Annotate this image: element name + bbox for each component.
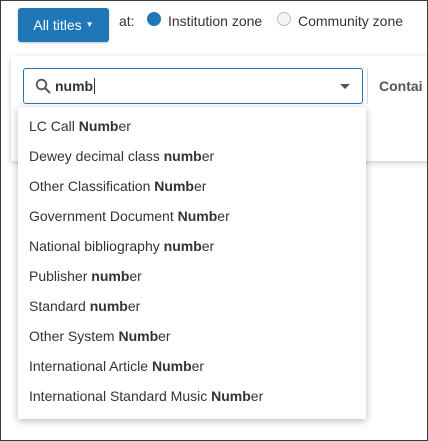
suggestion-prefix: Dewey decimal class	[29, 148, 164, 164]
search-scope-button[interactable]: All titles ▼	[18, 8, 109, 42]
suggestion-prefix: LC Call	[29, 118, 79, 134]
caret-down-icon: ▼	[85, 19, 94, 29]
suggestion-prefix: Standard	[29, 298, 90, 314]
search-scope-label: All titles	[33, 17, 82, 33]
suggestion-prefix: National bibliography	[29, 238, 164, 254]
chevron-down-icon[interactable]	[340, 84, 350, 89]
suggestion-suffix: er	[127, 298, 141, 314]
suggestion-suffix: er	[217, 208, 230, 224]
suggestion-prefix: Other Classification	[29, 178, 155, 194]
suggestion-match: numb	[89, 298, 128, 314]
suggestion-suffix: er	[158, 328, 171, 344]
suggestion-match: Numb	[154, 178, 194, 194]
suggestion-match: Numb	[78, 118, 119, 134]
suggestion-match: Numb	[177, 208, 218, 224]
suggestion-match: Numb	[211, 388, 251, 404]
suggestion-prefix: International Standard Music	[29, 388, 212, 404]
suggestion-prefix: Government Document	[29, 208, 178, 224]
suggestion-match: numb	[163, 238, 202, 254]
suggestion-item[interactable]: Publisher number	[29, 268, 142, 288]
suggestion-suffix: er	[201, 148, 215, 164]
operator-divider	[367, 68, 368, 104]
search-icon	[35, 78, 51, 94]
search-query-text: numb	[55, 78, 94, 94]
suggestion-item[interactable]: International Article Number	[29, 358, 204, 378]
suggestion-item[interactable]: Dewey decimal class number	[29, 148, 214, 168]
search-input[interactable]: numb	[55, 78, 96, 94]
community-zone-label[interactable]: Community zone	[298, 13, 403, 29]
suggestion-item[interactable]: International Standard Music Number	[29, 388, 263, 408]
suggestion-item[interactable]: Government Document Number	[29, 208, 230, 228]
suggestion-suffix: er	[118, 118, 131, 134]
suggestion-suffix: er	[250, 388, 264, 404]
suggestion-match: numb	[163, 148, 202, 164]
suggestion-item[interactable]: Standard number	[29, 298, 140, 318]
institution-zone-label[interactable]: Institution zone	[168, 13, 262, 29]
suggestion-prefix: Other System	[29, 328, 119, 344]
suggestion-prefix: International Article	[29, 358, 152, 374]
suggestion-suffix: er	[191, 358, 205, 374]
institution-zone-radio[interactable]	[147, 12, 161, 26]
suggestion-match: numb	[91, 268, 130, 284]
suggestion-suffix: er	[129, 268, 142, 284]
suggestion-item[interactable]: National bibliography number	[29, 238, 214, 258]
search-panel-frame: All titles ▼ at: Institution zone Commun…	[0, 0, 428, 441]
suggestion-item[interactable]: LC Call Number	[29, 118, 131, 138]
suggestion-item[interactable]: Other Classification Number	[29, 178, 206, 198]
community-zone-radio[interactable]	[277, 12, 291, 26]
suggestion-match: Numb	[151, 358, 192, 374]
search-field-select[interactable]: numb	[23, 68, 363, 104]
suggestion-match: Numb	[118, 328, 159, 344]
suggestion-item[interactable]: Other System Number	[29, 328, 171, 348]
suggestion-suffix: er	[193, 178, 207, 194]
suggestion-prefix: Publisher	[29, 268, 92, 284]
text-cursor	[94, 78, 96, 94]
suggestion-dropdown: LC Call Number Dewey decimal class numbe…	[18, 107, 366, 419]
operator-dropdown[interactable]: Contai	[379, 78, 423, 94]
zone-at-label: at:	[119, 13, 135, 29]
suggestion-suffix: er	[201, 238, 215, 254]
